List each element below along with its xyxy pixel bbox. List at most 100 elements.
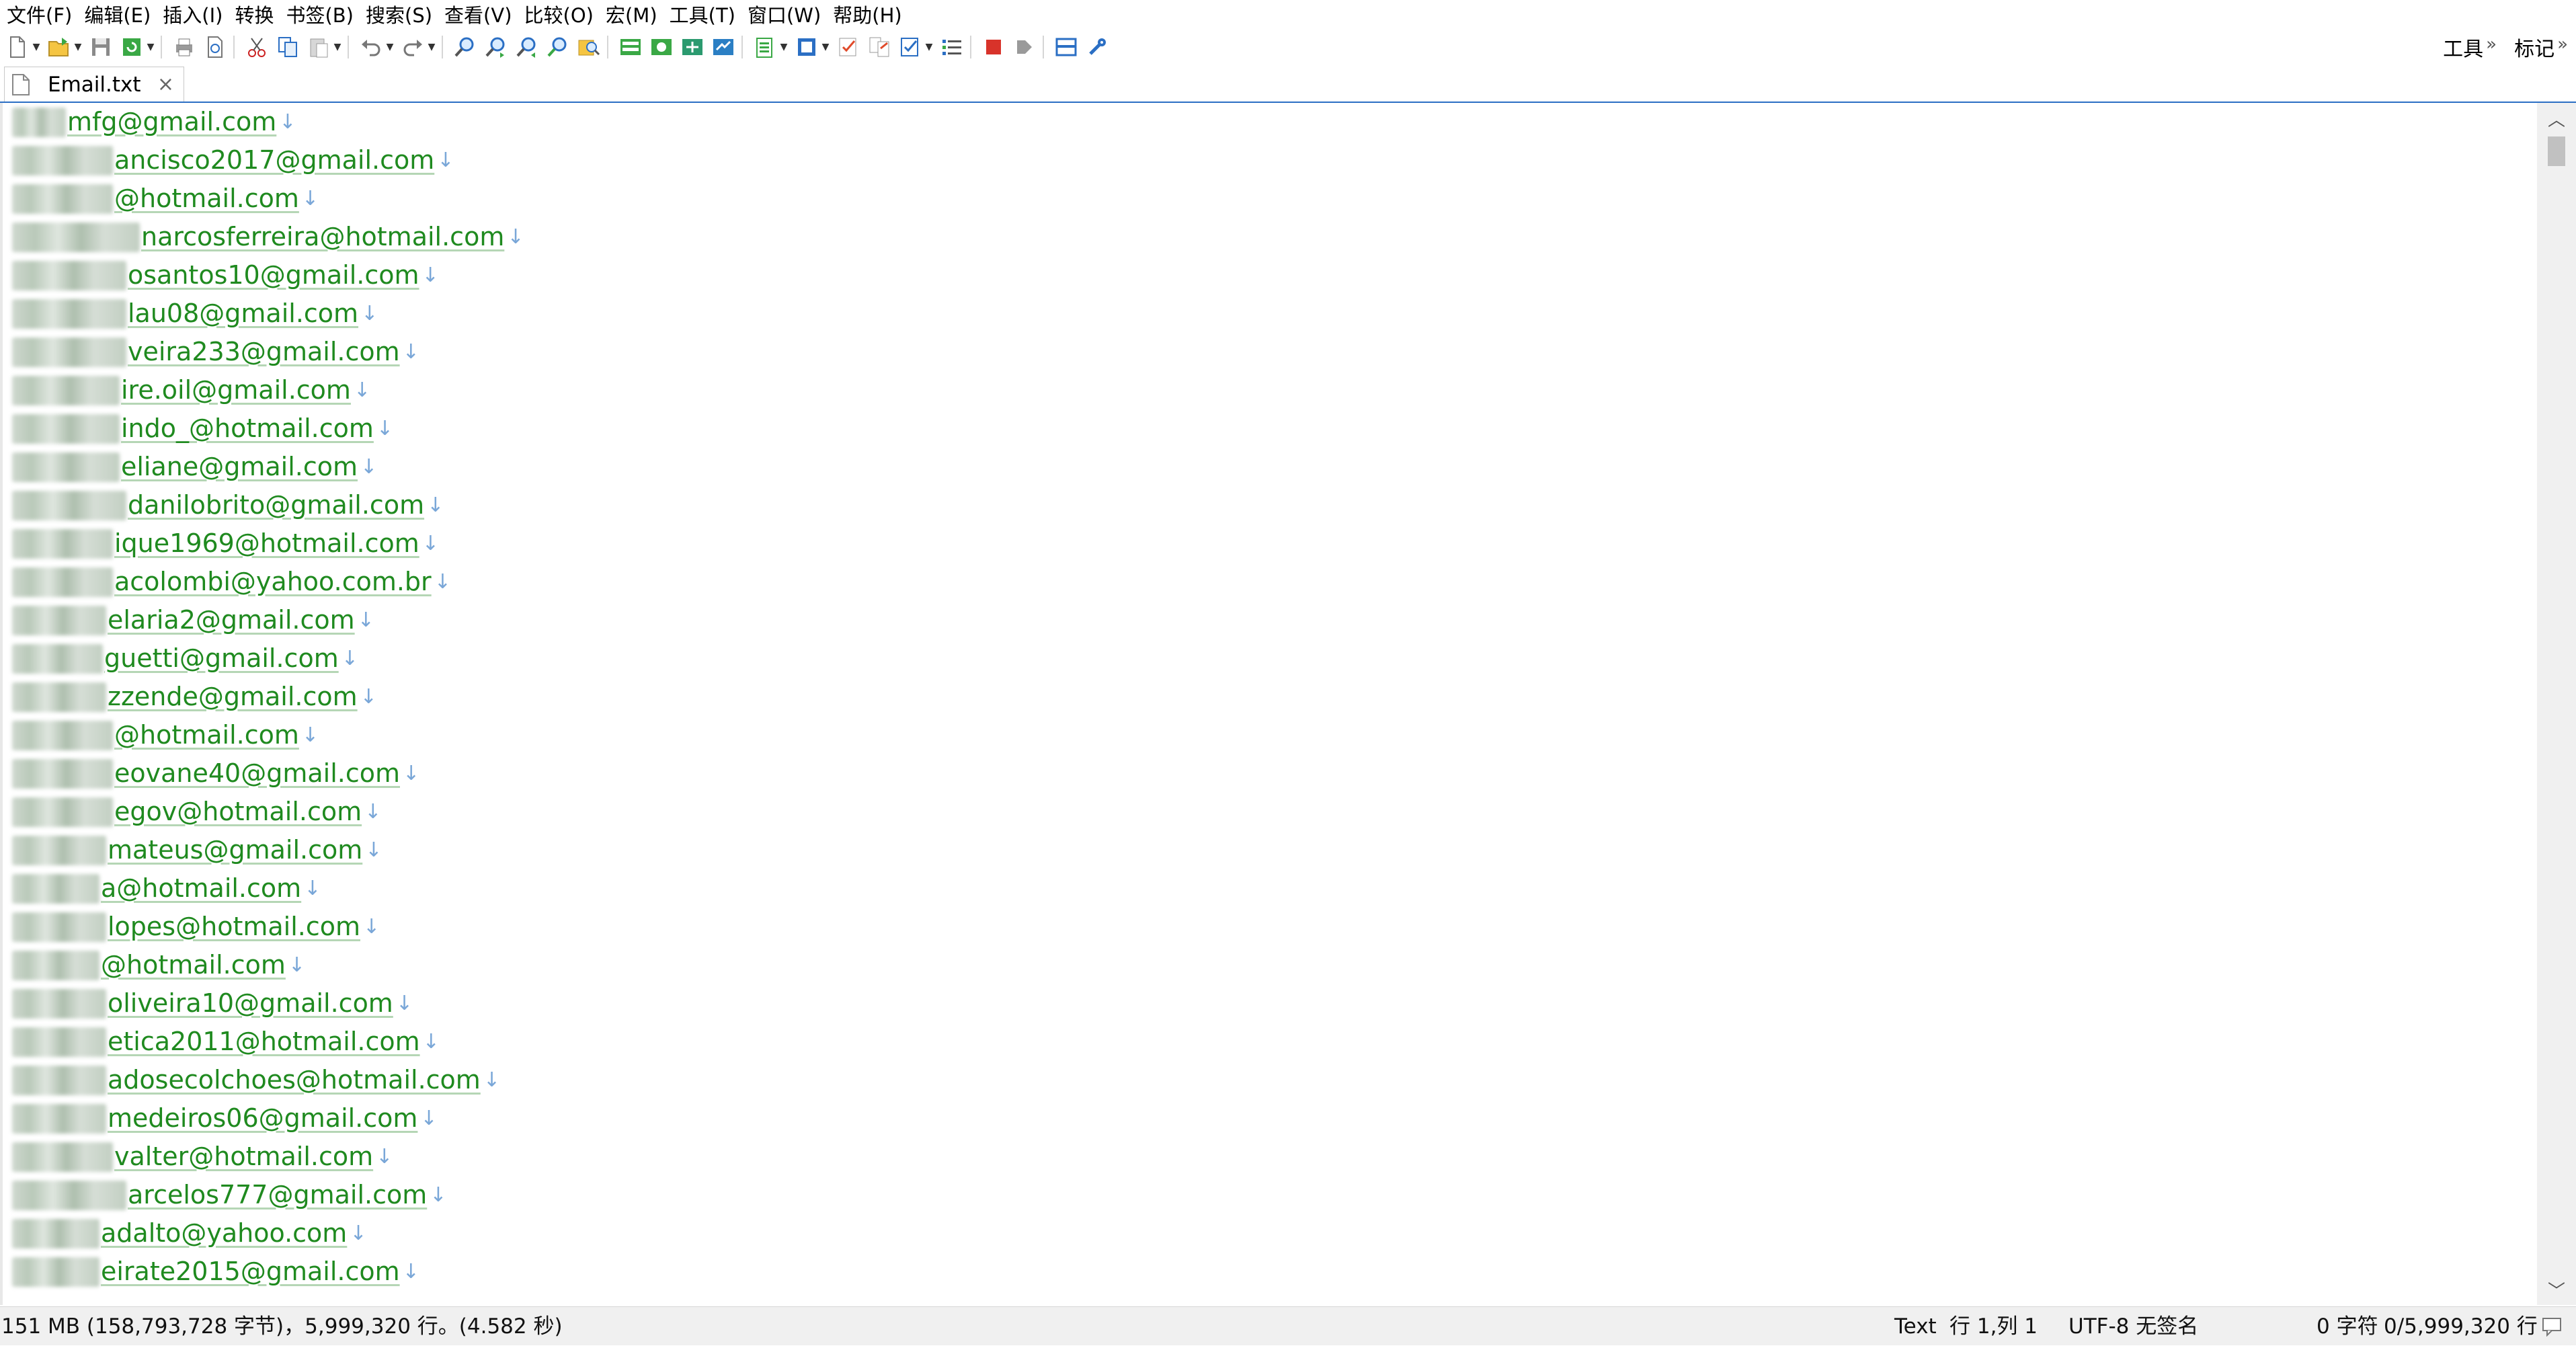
- new-file-dropdown[interactable]: ▼: [31, 34, 42, 61]
- text-line[interactable]: eirate2015@gmail.com ↓: [12, 1253, 419, 1291]
- text-line[interactable]: adosecolchoes@hotmail.com ↓: [12, 1061, 500, 1099]
- cursor-position-status[interactable]: 行 1,列 1: [1949, 1307, 2038, 1346]
- menu-window[interactable]: 窗口(W): [741, 0, 827, 32]
- email-text: ique1969@hotmail.com: [114, 528, 419, 558]
- message-icon[interactable]: [2541, 1316, 2563, 1337]
- close-icon[interactable]: ×: [157, 73, 174, 96]
- editor-area[interactable]: mfg@gmail.com ↓ ancisco2017@gmail.com ↓ @hot…: [0, 103, 2537, 1305]
- tab-email-txt[interactable]: Email.txt ×: [4, 67, 184, 102]
- text-line[interactable]: lau08@gmail.com ↓: [12, 294, 378, 333]
- vertical-scrollbar[interactable]: ︿ ﹀: [2537, 103, 2576, 1305]
- open-file-icon[interactable]: [46, 34, 73, 61]
- text-line[interactable]: osantos10@gmail.com ↓: [12, 256, 439, 294]
- chevron-right-icon[interactable]: »: [2486, 34, 2505, 54]
- redo-dropdown[interactable]: ▼: [426, 34, 437, 61]
- find-prev-icon[interactable]: [514, 34, 540, 61]
- print-preview-icon[interactable]: [202, 34, 229, 61]
- text-line[interactable]: eliane@gmail.com ↓: [12, 448, 377, 486]
- undo-dropdown[interactable]: ▼: [385, 34, 395, 61]
- text-line[interactable]: guetti@gmail.com ↓: [12, 639, 358, 678]
- text-line[interactable]: eovane40@gmail.com ↓: [12, 754, 419, 793]
- check-dropdown[interactable]: ▼: [924, 34, 934, 61]
- spellcheck-icon[interactable]: [835, 34, 862, 61]
- replace-icon[interactable]: [545, 34, 571, 61]
- cut-icon[interactable]: [243, 34, 270, 61]
- text-line[interactable]: mateus@gmail.com ↓: [12, 831, 382, 869]
- compare-icon[interactable]: [866, 34, 893, 61]
- undo-icon[interactable]: [358, 34, 385, 61]
- revert-icon[interactable]: [118, 34, 145, 61]
- save-icon[interactable]: [87, 34, 114, 61]
- menu-compare[interactable]: 比较(O): [518, 0, 600, 32]
- macro-dropdown[interactable]: ▼: [820, 34, 831, 61]
- paste-dropdown[interactable]: ▼: [332, 34, 343, 61]
- menu-help[interactable]: 帮助(H): [827, 0, 908, 32]
- word-wrap-icon[interactable]: [648, 34, 675, 61]
- open-file-dropdown[interactable]: ▼: [73, 34, 83, 61]
- text-line[interactable]: elaria2@gmail.com ↓: [12, 601, 374, 639]
- settings-icon[interactable]: [1084, 34, 1111, 61]
- menu-bookmark[interactable]: 书签(B): [280, 0, 360, 32]
- text-line[interactable]: @hotmail.com ↓: [12, 946, 305, 984]
- menu-convert[interactable]: 转换: [229, 0, 280, 32]
- menu-macro[interactable]: 宏(M): [600, 0, 663, 32]
- menu-edit[interactable]: 编辑(E): [78, 0, 157, 32]
- scroll-up-icon[interactable]: ︿: [2537, 103, 2576, 134]
- text-line[interactable]: zzende@gmail.com ↓: [12, 678, 377, 716]
- menu-file[interactable]: 文件(F): [0, 0, 78, 32]
- find-icon[interactable]: [452, 34, 479, 61]
- redacted-text: [12, 1180, 126, 1210]
- text-line[interactable]: oliveira10@gmail.com ↓: [12, 984, 413, 1023]
- text-line[interactable]: @hotmail.com ↓: [12, 180, 319, 218]
- text-line[interactable]: a@hotmail.com ↓: [12, 869, 321, 908]
- text-line[interactable]: danilobrito@gmail.com ↓: [12, 486, 444, 524]
- clipboard-dropdown[interactable]: ▼: [778, 34, 789, 61]
- scrollbar-thumb[interactable]: [2548, 136, 2565, 166]
- tools-panel-tab[interactable]: 工具: [2433, 32, 2486, 62]
- stop-record-icon[interactable]: [980, 34, 1007, 61]
- menu-insert[interactable]: 插入(I): [157, 0, 229, 32]
- text-line[interactable]: narcosferreira@hotmail.com ↓: [12, 218, 524, 256]
- text-line[interactable]: ancisco2017@gmail.com ↓: [12, 141, 454, 180]
- text-line[interactable]: egov@hotmail.com ↓: [12, 793, 381, 831]
- text-line[interactable]: veira233@gmail.com ↓: [12, 333, 419, 371]
- column-mode-icon[interactable]: [617, 34, 644, 61]
- redo-icon[interactable]: [399, 34, 426, 61]
- encoding-status[interactable]: UTF-8 无签名: [2068, 1307, 2198, 1346]
- paste-icon[interactable]: [305, 34, 332, 61]
- text-line[interactable]: etica2011@hotmail.com ↓: [12, 1023, 440, 1061]
- text-line[interactable]: @hotmail.com ↓: [12, 716, 319, 754]
- text-line[interactable]: adalto@yahoo.com ↓: [12, 1214, 366, 1253]
- find-next-icon[interactable]: [483, 34, 510, 61]
- text-line[interactable]: ire.oil@gmail.com ↓: [12, 371, 370, 409]
- syntax-mode-status[interactable]: Text: [1894, 1307, 1937, 1346]
- text-line[interactable]: mfg@gmail.com ↓: [12, 103, 296, 141]
- text-line[interactable]: ique1969@hotmail.com ↓: [12, 524, 439, 563]
- play-macro-icon[interactable]: [1011, 34, 1038, 61]
- text-line[interactable]: indo_@hotmail.com ↓: [12, 409, 393, 448]
- menu-search[interactable]: 搜索(S): [360, 0, 438, 32]
- list-icon[interactable]: [938, 34, 965, 61]
- browser-icon[interactable]: [710, 34, 737, 61]
- clipboard-icon[interactable]: [752, 34, 778, 61]
- chevron-right-icon[interactable]: »: [2557, 34, 2576, 54]
- scroll-down-icon[interactable]: ﹀: [2537, 1274, 2576, 1305]
- new-file-icon[interactable]: [4, 34, 31, 61]
- text-line[interactable]: acolombi@yahoo.com.br ↓: [12, 563, 451, 601]
- copy-icon[interactable]: [274, 34, 301, 61]
- menu-tools[interactable]: 工具(T): [663, 0, 741, 32]
- check-icon[interactable]: [897, 34, 924, 61]
- toolbar-separator: [233, 36, 235, 58]
- markers-panel-tab[interactable]: 标记: [2505, 32, 2557, 62]
- text-line[interactable]: medeiros06@gmail.com ↓: [12, 1099, 438, 1138]
- print-icon[interactable]: [171, 34, 198, 61]
- text-line[interactable]: lopes@hotmail.com ↓: [12, 908, 380, 946]
- macro-icon[interactable]: [793, 34, 820, 61]
- find-in-files-icon[interactable]: [575, 34, 602, 61]
- text-line[interactable]: arcelos777@gmail.com ↓: [12, 1176, 446, 1214]
- split-view-icon[interactable]: [1053, 34, 1080, 61]
- hex-icon[interactable]: [679, 34, 706, 61]
- revert-dropdown[interactable]: ▼: [145, 34, 156, 61]
- menu-view[interactable]: 查看(V): [438, 0, 518, 32]
- text-line[interactable]: valter@hotmail.com ↓: [12, 1138, 393, 1176]
